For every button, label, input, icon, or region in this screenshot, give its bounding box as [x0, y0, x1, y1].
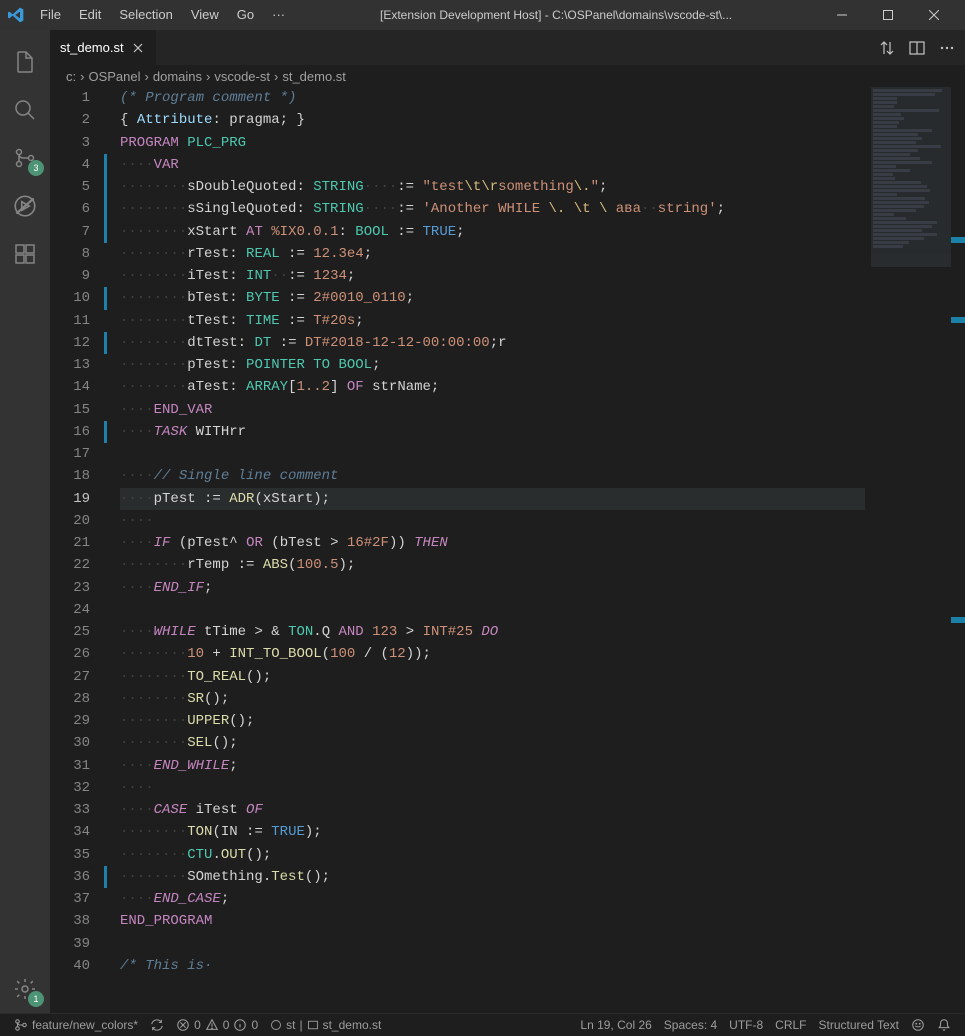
breadcrumb-3[interactable]: vscode-st [214, 69, 270, 84]
status-spaces[interactable]: Spaces: 4 [658, 1014, 723, 1036]
menu-more[interactable]: ··· [264, 0, 293, 30]
error-count: 0 [194, 1018, 201, 1032]
settings-badge: 1 [28, 991, 44, 1007]
scm-badge: 3 [28, 160, 44, 176]
compare-icon[interactable] [879, 40, 895, 56]
status-encoding[interactable]: UTF-8 [723, 1014, 769, 1036]
status-branch[interactable]: feature/new_colors* [8, 1014, 144, 1036]
breadcrumb-2[interactable]: domains [153, 69, 202, 84]
main-layout: 3 1 st_demo.st [0, 30, 965, 1013]
extensions-icon[interactable] [0, 230, 50, 278]
breadcrumb-0[interactable]: c: [66, 69, 76, 84]
branch-name: feature/new_colors* [32, 1018, 138, 1032]
line-gutter: 1234567891011121314151617181920212223242… [50, 87, 110, 977]
tabs-bar: st_demo.st [50, 30, 965, 65]
titlebar: File Edit Selection View Go ··· [Extensi… [0, 0, 965, 30]
debug-icon[interactable] [0, 182, 50, 230]
status-eol[interactable]: CRLF [769, 1014, 812, 1036]
breadcrumbs[interactable]: c:› OSPanel› domains› vscode-st› st_demo… [50, 65, 965, 87]
status-filename: st_demo.st [323, 1018, 382, 1032]
status-bar: feature/new_colors* 0 0 0 st | st_demo.s… [0, 1013, 965, 1035]
editor-actions [879, 40, 965, 56]
vscode-logo-icon [8, 7, 24, 23]
status-problems[interactable]: 0 0 0 [170, 1014, 264, 1036]
menu-go[interactable]: Go [229, 0, 262, 30]
scrollbar[interactable] [951, 87, 965, 1013]
menu-file[interactable]: File [32, 0, 69, 30]
st-label: st [286, 1018, 295, 1032]
code-editor[interactable]: 1234567891011121314151617181920212223242… [50, 87, 965, 1013]
settings-icon[interactable]: 1 [0, 965, 50, 1013]
breadcrumb-4[interactable]: st_demo.st [282, 69, 346, 84]
explorer-icon[interactable] [0, 38, 50, 86]
close-tab-icon[interactable] [130, 40, 146, 56]
minimize-button[interactable] [819, 0, 865, 30]
tab-st-demo[interactable]: st_demo.st [50, 30, 157, 65]
status-feedback-icon[interactable] [905, 1014, 931, 1036]
window-controls [819, 0, 957, 30]
status-st-indicator[interactable]: st | st_demo.st [264, 1014, 387, 1036]
close-button[interactable] [911, 0, 957, 30]
menu-selection[interactable]: Selection [111, 0, 180, 30]
maximize-button[interactable] [865, 0, 911, 30]
code-content[interactable]: (* Program comment *){ Attribute: pragma… [120, 87, 865, 977]
status-position[interactable]: Ln 19, Col 26 [574, 1014, 657, 1036]
status-sync[interactable] [144, 1014, 170, 1036]
menu-view[interactable]: View [183, 0, 227, 30]
main-menu: File Edit Selection View Go ··· [32, 0, 293, 30]
info-count: 0 [251, 1018, 258, 1032]
more-actions-icon[interactable] [939, 40, 955, 56]
search-icon[interactable] [0, 86, 50, 134]
minimap[interactable] [871, 87, 951, 1013]
split-editor-icon[interactable] [909, 40, 925, 56]
menu-edit[interactable]: Edit [71, 0, 109, 30]
warning-count: 0 [223, 1018, 230, 1032]
breadcrumb-1[interactable]: OSPanel [88, 69, 140, 84]
status-bell-icon[interactable] [931, 1014, 957, 1036]
status-language[interactable]: Structured Text [813, 1014, 905, 1036]
window-title: [Extension Development Host] - C:\OSPane… [293, 8, 819, 22]
source-control-icon[interactable]: 3 [0, 134, 50, 182]
tab-label: st_demo.st [60, 40, 124, 55]
activity-bar: 3 1 [0, 30, 50, 1013]
editor-area: st_demo.st c:› OSPanel› domains› vscode-… [50, 30, 965, 1013]
